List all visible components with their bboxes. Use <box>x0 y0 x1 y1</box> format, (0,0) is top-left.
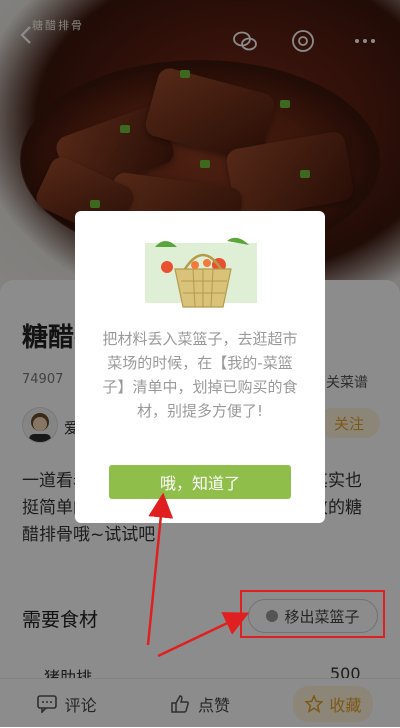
dialog-message: 把材料丢入菜篮子，去逛超市菜场的时候，在【我的-菜篮子】清单中，划掉已购买的食材… <box>102 330 298 420</box>
basket-illustration <box>145 237 257 308</box>
dialog-confirm-button[interactable]: 哦，知道了 <box>109 465 291 499</box>
annotation-highlight-box <box>240 590 385 638</box>
basket-tip-dialog: 把材料丢入菜篮子，去逛超市菜场的时候，在【我的-菜篮子】清单中，划掉已购买的食材… <box>75 211 325 523</box>
